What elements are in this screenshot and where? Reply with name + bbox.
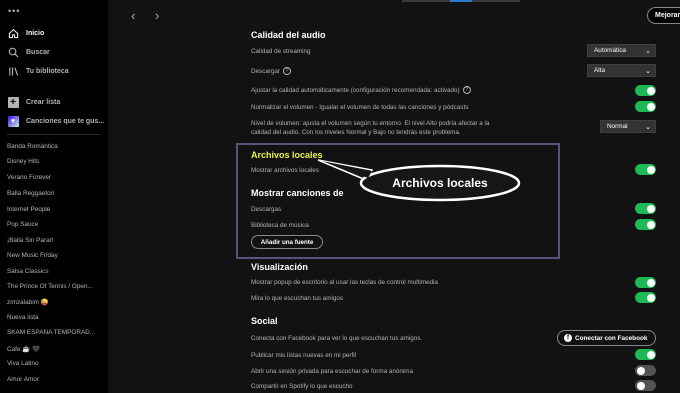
- friends-activity-label: Mira lo que escuchan tus amigos: [251, 295, 344, 302]
- publish-playlists-toggle[interactable]: [635, 349, 656, 360]
- popup-toggle[interactable]: [635, 277, 656, 288]
- share-listening-label: Compartir en Spotify lo que escucho: [251, 383, 353, 390]
- callout-label: Archivos locales: [392, 176, 488, 190]
- facebook-label: Conecta con Facebook para ver lo que esc…: [251, 335, 423, 342]
- popup-label: Mostrar popup de escritorio al usar las …: [251, 279, 438, 286]
- private-session-toggle[interactable]: [635, 365, 656, 376]
- connect-facebook-label: Conectar con Facebook: [575, 334, 648, 342]
- facebook-icon: f: [564, 334, 572, 342]
- display-title: Visualización: [251, 262, 308, 272]
- connect-facebook-button[interactable]: f Conectar con Facebook: [557, 330, 656, 346]
- private-session-label: Abrir una sesión privada para escuchar d…: [251, 368, 414, 375]
- share-listening-toggle[interactable]: [635, 380, 656, 391]
- social-title: Social: [251, 316, 278, 326]
- publish-playlists-label: Publicar mis listas nuevas en mi perfil: [251, 352, 356, 359]
- friends-activity-toggle[interactable]: [635, 292, 656, 303]
